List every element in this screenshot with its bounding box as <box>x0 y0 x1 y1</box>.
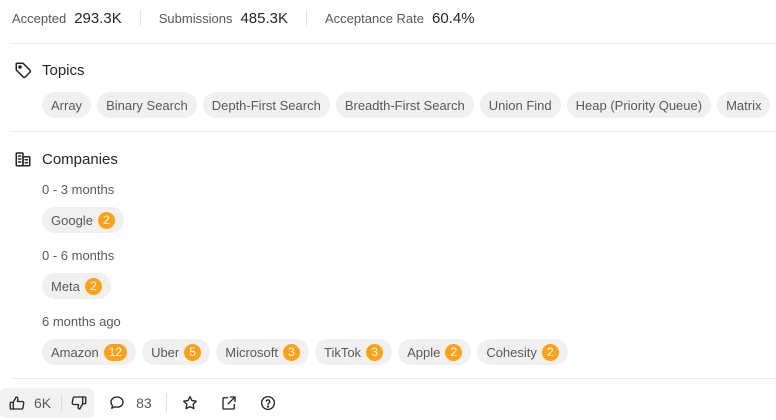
topic-tag[interactable]: Depth-First Search <box>202 92 330 118</box>
footer-divider <box>165 394 167 412</box>
topic-tag[interactable]: Binary Search <box>97 92 197 118</box>
tag-icon <box>15 62 32 79</box>
company-name: Google <box>51 212 93 228</box>
accepted-stat: Accepted 293.3K <box>12 10 122 27</box>
count-badge: 2 <box>97 211 115 229</box>
count-badge: 3 <box>366 343 384 361</box>
company-name: TikTok <box>323 344 362 360</box>
period-label: 0 - 3 months <box>42 182 115 197</box>
company-name: Cohesity <box>486 344 537 360</box>
vote-group: 6K <box>0 388 95 418</box>
thumbs-down-icon <box>71 396 87 410</box>
building-icon <box>15 152 31 167</box>
count-badge: 2 <box>541 343 559 361</box>
stat-divider <box>306 10 307 26</box>
acceptance-rate-value: 60.4% <box>432 9 475 27</box>
company-tag[interactable]: Google 2 <box>42 207 124 233</box>
section-divider <box>12 378 776 379</box>
companies-title: Companies <box>42 150 118 168</box>
count-badge: 5 <box>184 343 202 361</box>
topic-tag[interactable]: Array <box>42 92 92 118</box>
question-icon <box>260 395 275 411</box>
company-tag[interactable]: Meta 2 <box>42 273 111 299</box>
count-badge: 2 <box>84 277 102 295</box>
company-tag[interactable]: TikTok 3 <box>314 339 393 365</box>
count-badge: 2 <box>445 343 463 361</box>
stats-bar: Accepted 293.3K Submissions 485.3K Accep… <box>12 0 475 36</box>
like-button[interactable]: 6K <box>8 394 61 412</box>
vote-divider <box>61 394 63 412</box>
dislike-button[interactable] <box>70 394 88 412</box>
topic-tag[interactable]: Heap (Priority Queue) <box>566 92 712 118</box>
acceptance-rate-stat: Acceptance Rate 60.4% <box>325 10 475 27</box>
period-label: 6 months ago <box>42 314 121 329</box>
share-button[interactable] <box>220 394 238 412</box>
topic-tag[interactable]: Matrix <box>717 92 771 118</box>
external-link-icon <box>222 396 236 410</box>
action-bar: 6K 83 <box>0 386 776 420</box>
company-name: Uber <box>151 344 180 360</box>
company-name: Apple <box>407 344 441 360</box>
favorite-button[interactable] <box>181 394 199 412</box>
section-divider <box>12 43 776 44</box>
count-badge: 12 <box>103 343 128 361</box>
company-tag[interactable]: Uber 5 <box>142 339 211 365</box>
company-tag[interactable]: Amazon 12 <box>42 339 137 365</box>
count-badge: 3 <box>282 343 300 361</box>
help-button[interactable] <box>259 394 277 412</box>
topics-header[interactable]: Topics <box>14 60 85 80</box>
thumbs-up-icon <box>9 396 25 410</box>
company-tags: Amazon 12 Uber 5 Microsoft 3 TikTok 3 Apple 2… <box>42 339 574 365</box>
topic-tag[interactable]: Union Find <box>479 92 561 118</box>
comment-count: 83 <box>136 395 152 411</box>
accepted-value: 293.3K <box>74 9 122 27</box>
company-name: Meta <box>51 278 80 294</box>
comment-icon <box>110 396 124 409</box>
company-tag[interactable]: Microsoft 3 <box>216 339 309 365</box>
topics-title: Topics <box>42 61 85 79</box>
acceptance-rate-label: Acceptance Rate <box>325 10 425 26</box>
period-label: 0 - 6 months <box>42 248 115 263</box>
company-tag[interactable]: Cohesity 2 <box>477 339 568 365</box>
topic-tags: Array Binary Search Depth-First Search B… <box>42 92 776 118</box>
submissions-stat: Submissions 485.3K <box>159 10 288 27</box>
submissions-value: 485.3K <box>240 9 288 27</box>
topic-tag[interactable]: Breadth-First Search <box>335 92 474 118</box>
company-tags: Google 2 <box>42 207 130 233</box>
accepted-label: Accepted <box>12 10 67 26</box>
company-tag[interactable]: Apple 2 <box>398 339 472 365</box>
comments-button[interactable]: 83 <box>108 394 152 412</box>
submissions-label: Submissions <box>158 10 233 26</box>
section-divider <box>12 131 776 132</box>
star-icon <box>182 395 197 410</box>
company-name: Amazon <box>51 344 99 360</box>
companies-header[interactable]: Companies <box>14 149 118 169</box>
company-name: Microsoft <box>225 344 278 360</box>
company-tags: Meta 2 <box>42 273 117 299</box>
stat-divider <box>139 10 141 26</box>
like-count: 6K <box>34 395 52 411</box>
